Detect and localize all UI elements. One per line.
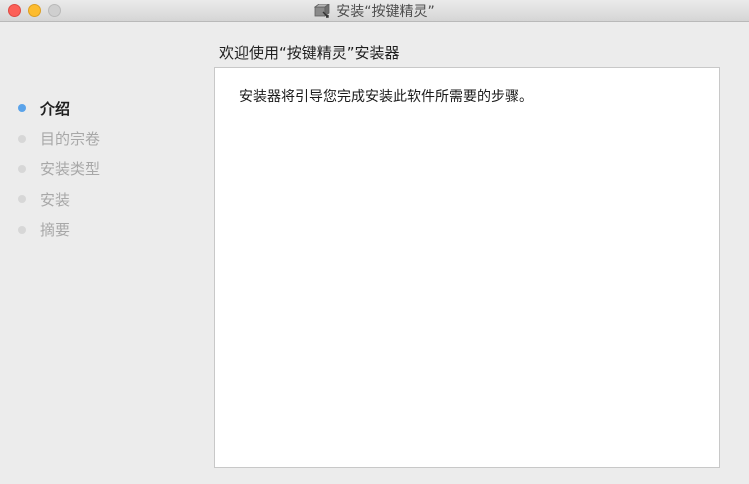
installer-package-icon [314,3,330,19]
step-status-dot [18,104,26,113]
installer-window: 安装“按键精灵” 介绍 目的宗卷 安装类型 安装 摘要 欢迎使用“按键精灵”安装… [0,0,749,484]
window-title-group: 安装“按键精灵” [0,0,749,22]
step-status-dot [18,225,26,234]
title-bar[interactable]: 安装“按键精灵” [0,0,749,22]
step-destination: 目的宗卷 [18,123,100,153]
step-introduction: 介绍 [18,93,100,123]
step-status-dot [18,164,26,173]
step-label: 安装类型 [40,160,101,179]
content-panel: 安装器将引导您完成安装此软件所需要的步骤。 [214,67,720,468]
step-summary: 摘要 [18,215,100,245]
page-title: 欢迎使用“按键精灵”安装器 [219,44,400,62]
step-label: 安装 [40,190,71,209]
intro-text: 安装器将引导您完成安装此软件所需要的步骤。 [239,89,533,105]
step-installation: 安装 [18,184,100,214]
step-status-dot [18,195,26,204]
installer-steps: 介绍 目的宗卷 安装类型 安装 摘要 [18,93,100,245]
step-label: 介绍 [40,99,71,118]
step-installation-type: 安装类型 [18,154,100,184]
step-label: 摘要 [40,221,71,240]
step-status-dot [18,134,26,143]
step-label: 目的宗卷 [40,130,101,149]
window-title: 安装“按键精灵” [336,4,435,20]
